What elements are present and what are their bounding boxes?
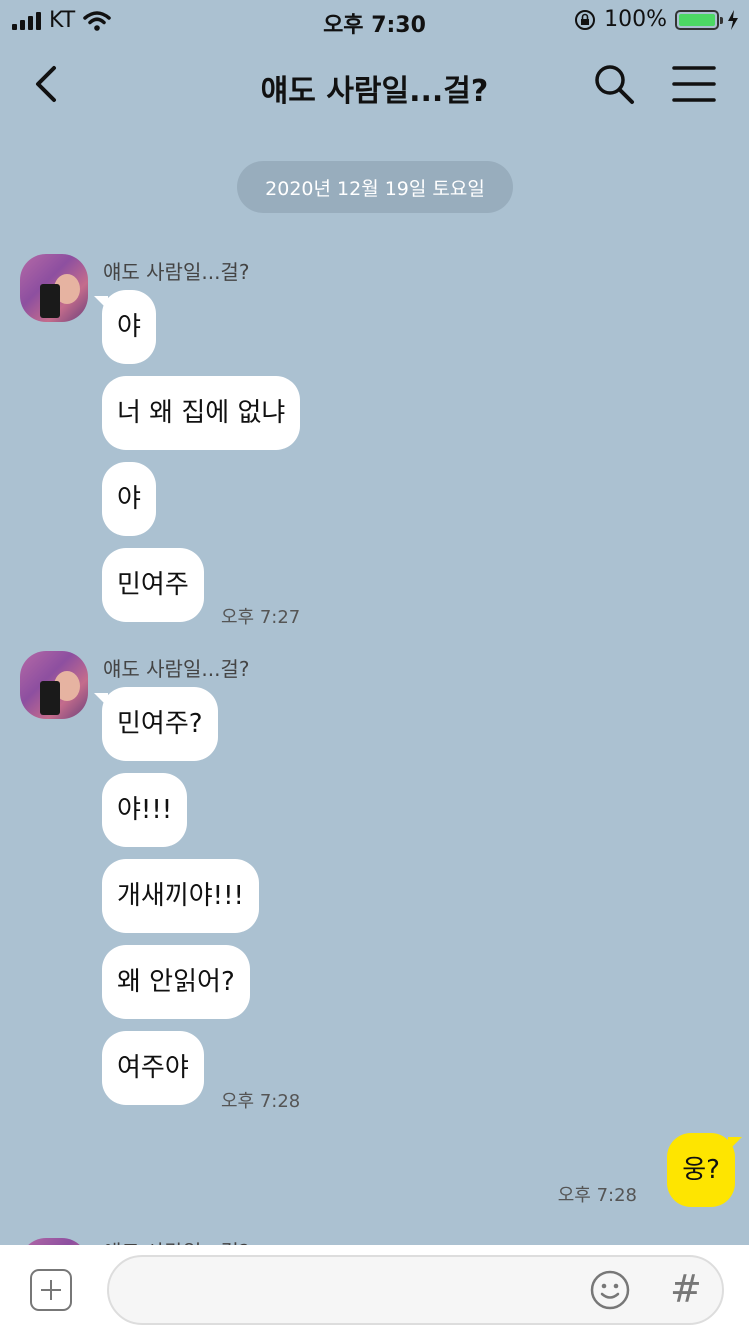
chat-header: 얘도 사람일...걸? bbox=[0, 40, 749, 130]
message-bubble[interactable]: 개새끼야!!! bbox=[102, 859, 259, 933]
chat-title: 얘도 사람일...걸? bbox=[260, 74, 489, 109]
battery-percent: 100% bbox=[604, 7, 667, 32]
message-time: 오후 7:27 bbox=[221, 607, 301, 628]
sender-name: 얘도 사람일...걸? bbox=[103, 260, 250, 284]
plus-icon[interactable] bbox=[30, 1269, 72, 1311]
charging-icon bbox=[728, 9, 738, 30]
message-bubble[interactable]: 야 bbox=[102, 462, 156, 536]
message-bubble[interactable]: 야!!! bbox=[102, 773, 188, 847]
sender-name: 얘도 사람일...걸? bbox=[103, 657, 250, 681]
battery-fill bbox=[679, 13, 715, 26]
status-right: 100% bbox=[574, 7, 739, 32]
avatar[interactable] bbox=[20, 254, 88, 322]
battery-icon bbox=[675, 9, 723, 30]
message-input[interactable] bbox=[107, 1255, 724, 1325]
message-bubble[interactable]: 민여주 bbox=[102, 548, 204, 622]
message-bubble[interactable]: 야 bbox=[94, 290, 156, 364]
message-bubble[interactable]: 너 왜 집에 없냐 bbox=[102, 376, 301, 450]
rotation-lock-icon bbox=[575, 9, 596, 30]
input-bar: # bbox=[0, 1245, 749, 1334]
message-time: 오후 7:28 bbox=[221, 1091, 301, 1112]
search-icon[interactable] bbox=[592, 62, 636, 106]
avatar[interactable] bbox=[20, 651, 88, 719]
emoji-icon[interactable] bbox=[589, 1269, 631, 1311]
my-message-time: 오후 7:28 bbox=[557, 1185, 637, 1206]
message-bubble[interactable]: 여주야 bbox=[102, 1031, 204, 1105]
hash-icon[interactable]: # bbox=[670, 1267, 702, 1311]
my-message-bubble[interactable]: 웅? bbox=[667, 1133, 742, 1207]
message-bubble[interactable]: 민여주? bbox=[94, 687, 218, 761]
menu-icon[interactable] bbox=[672, 64, 716, 104]
message-bubble[interactable]: 왜 안읽어? bbox=[102, 945, 250, 1019]
date-divider: 2020년 12월 19일 토요일 bbox=[237, 161, 513, 213]
status-bar: KT 오후 7:30 100% bbox=[0, 0, 749, 40]
